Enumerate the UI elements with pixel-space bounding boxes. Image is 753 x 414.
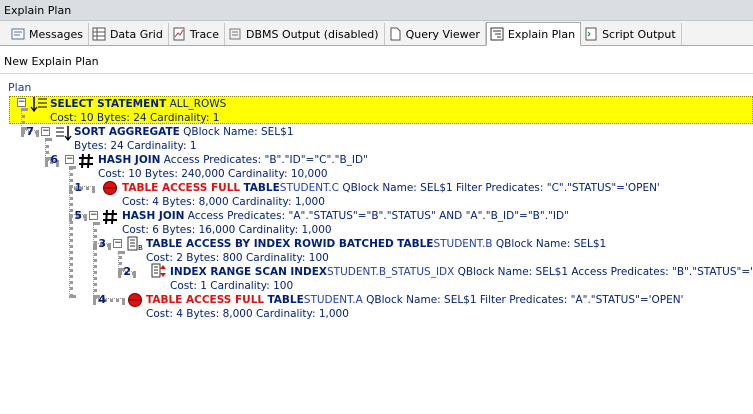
tab-script-output[interactable]: Script Output xyxy=(581,23,682,45)
step-number: 3 xyxy=(98,237,106,250)
script-output-icon xyxy=(584,27,598,41)
node-stats: Cost: 4 Bytes: 8,000 Cardinality: 1,000 xyxy=(122,196,325,208)
step-number: 7 xyxy=(26,125,34,138)
step-number: 5 xyxy=(74,209,82,222)
tab-label: Explain Plan xyxy=(507,27,576,41)
step-number: 1 xyxy=(74,181,82,194)
collapse-toggle[interactable]: − xyxy=(89,211,98,220)
tab-data-grid[interactable]: Data Grid xyxy=(89,23,169,45)
object-name: STUDENT.C xyxy=(279,182,339,194)
tab-trace[interactable]: Trace xyxy=(169,23,225,45)
plan-node-index-range-scan[interactable]: INDEX RANGE SCAN INDEXSTUDENT.B_STATUS_I… xyxy=(170,265,753,279)
node-stats: Bytes: 24 Cardinality: 1 xyxy=(74,140,197,152)
plan-node-table-access-full[interactable]: TABLE ACCESS FULL TABLESTUDENT.C QBlock … xyxy=(122,181,660,195)
plan-node-sort-aggregate[interactable]: SORT AGGREGATE QBlock Name: SEL$1 xyxy=(74,125,294,139)
operation-detail: QBlock Name: SEL$1 xyxy=(495,238,607,250)
operation-detail: QBlock Name: SEL$1 Filter Predicates: "A… xyxy=(366,294,684,306)
object-name: STUDENT.B xyxy=(433,238,493,250)
full-table-scan-icon xyxy=(127,292,143,311)
toolbar: New Explain Plan xyxy=(0,47,753,74)
plan-node-table-access-full[interactable]: TABLE ACCESS FULL TABLESTUDENT.A QBlock … xyxy=(146,293,684,307)
tab-label: Data Grid xyxy=(109,27,163,41)
operation-name: HASH JOIN xyxy=(122,210,185,222)
index-range-scan-icon xyxy=(150,263,168,282)
select-statement-icon xyxy=(30,96,48,115)
explain-plan-icon xyxy=(490,27,504,41)
operation-name: HASH JOIN xyxy=(98,154,161,166)
object-type: TABLE xyxy=(243,182,280,194)
operation-name: SORT AGGREGATE xyxy=(74,126,180,138)
collapse-toggle[interactable]: − xyxy=(17,98,26,107)
query-viewer-icon xyxy=(388,27,402,41)
table-access-rowid-icon: B xyxy=(126,236,144,255)
node-stats: Cost: 4 Bytes: 8,000 Cardinality: 1,000 xyxy=(146,308,349,320)
plan-header: Plan xyxy=(8,81,32,94)
hash-join-icon xyxy=(102,209,118,228)
tab-label: Messages xyxy=(29,27,83,41)
tree-line xyxy=(93,222,97,298)
object-type: INDEX xyxy=(290,266,327,278)
trace-icon xyxy=(172,27,186,41)
plan-node-select-statement[interactable]: SELECT STATEMENT ALL_ROWS xyxy=(50,97,226,111)
tab-label: Script Output xyxy=(602,27,676,41)
full-table-scan-icon xyxy=(102,180,118,199)
tab-messages[interactable]: Messages xyxy=(8,23,89,45)
operation-detail: QBlock Name: SEL$1 xyxy=(183,126,294,138)
plan-node-table-access-by-index-rowid[interactable]: TABLE ACCESS BY INDEX ROWID BATCHED TABL… xyxy=(146,237,606,251)
step-number: 4 xyxy=(98,293,106,306)
tab-label: Trace xyxy=(189,27,219,41)
collapse-toggle[interactable]: − xyxy=(41,127,50,136)
messages-icon xyxy=(11,27,25,41)
collapse-toggle[interactable]: − xyxy=(113,239,122,248)
node-stats: Cost: 1 Cardinality: 100 xyxy=(170,280,294,292)
node-stats: Cost: 10 Bytes: 24 Cardinality: 1 xyxy=(50,112,220,124)
node-stats: Cost: 6 Bytes: 16,000 Cardinality: 1,000 xyxy=(122,224,332,236)
operation-detail: ALL_ROWS xyxy=(169,98,227,110)
operation-detail: QBlock Name: SEL$1 Access Predicates: "B… xyxy=(457,266,753,278)
operation-name: TABLE ACCESS FULL xyxy=(122,182,241,194)
sort-aggregate-icon xyxy=(54,125,72,144)
result-tabs: Messages Data Grid Trace DBMS Output (di… xyxy=(0,21,753,46)
operation-detail: Access Predicates: "A"."STATUS"="B"."STA… xyxy=(187,210,569,222)
window-title: Explain Plan xyxy=(0,0,753,21)
svg-text:B: B xyxy=(138,244,143,252)
node-stats: Cost: 10 Bytes: 240,000 Cardinality: 10,… xyxy=(98,168,328,180)
operation-name: TABLE ACCESS FULL xyxy=(146,294,265,306)
plan-node-hash-join[interactable]: HASH JOIN Access Predicates: "A"."STATUS… xyxy=(122,209,569,223)
collapse-toggle[interactable]: − xyxy=(65,155,74,164)
object-name: STUDENT.A xyxy=(303,294,363,306)
tab-label: Query Viewer xyxy=(405,27,480,41)
object-type: TABLE xyxy=(397,238,434,250)
step-number: 2 xyxy=(123,265,131,278)
data-grid-icon xyxy=(92,27,106,41)
operation-detail: Access Predicates: "B"."ID"="C"."B_ID" xyxy=(163,154,368,166)
operation-name: INDEX RANGE SCAN xyxy=(170,266,287,278)
dbms-output-icon xyxy=(228,27,242,41)
tab-explain-plan[interactable]: Explain Plan xyxy=(485,22,582,46)
node-stats: Cost: 2 Bytes: 800 Cardinality: 100 xyxy=(146,252,329,264)
tab-dbms-output[interactable]: DBMS Output (disabled) xyxy=(225,23,385,45)
plan-node-hash-join[interactable]: HASH JOIN Access Predicates: "B"."ID"="C… xyxy=(98,153,368,167)
operation-detail: QBlock Name: SEL$1 Filter Predicates: "C… xyxy=(342,182,660,194)
operation-name: SELECT STATEMENT xyxy=(50,98,167,110)
object-type: TABLE xyxy=(267,294,304,306)
object-name: STUDENT.B_STATUS_IDX xyxy=(327,266,455,278)
operation-name: TABLE ACCESS BY INDEX ROWID BATCHED xyxy=(146,238,394,250)
tab-label: DBMS Output (disabled) xyxy=(246,27,379,41)
hash-join-icon xyxy=(78,153,94,172)
new-explain-plan-button[interactable]: New Explain Plan xyxy=(4,55,99,68)
tab-query-viewer[interactable]: Query Viewer xyxy=(385,23,486,45)
step-number: 6 xyxy=(50,153,58,166)
